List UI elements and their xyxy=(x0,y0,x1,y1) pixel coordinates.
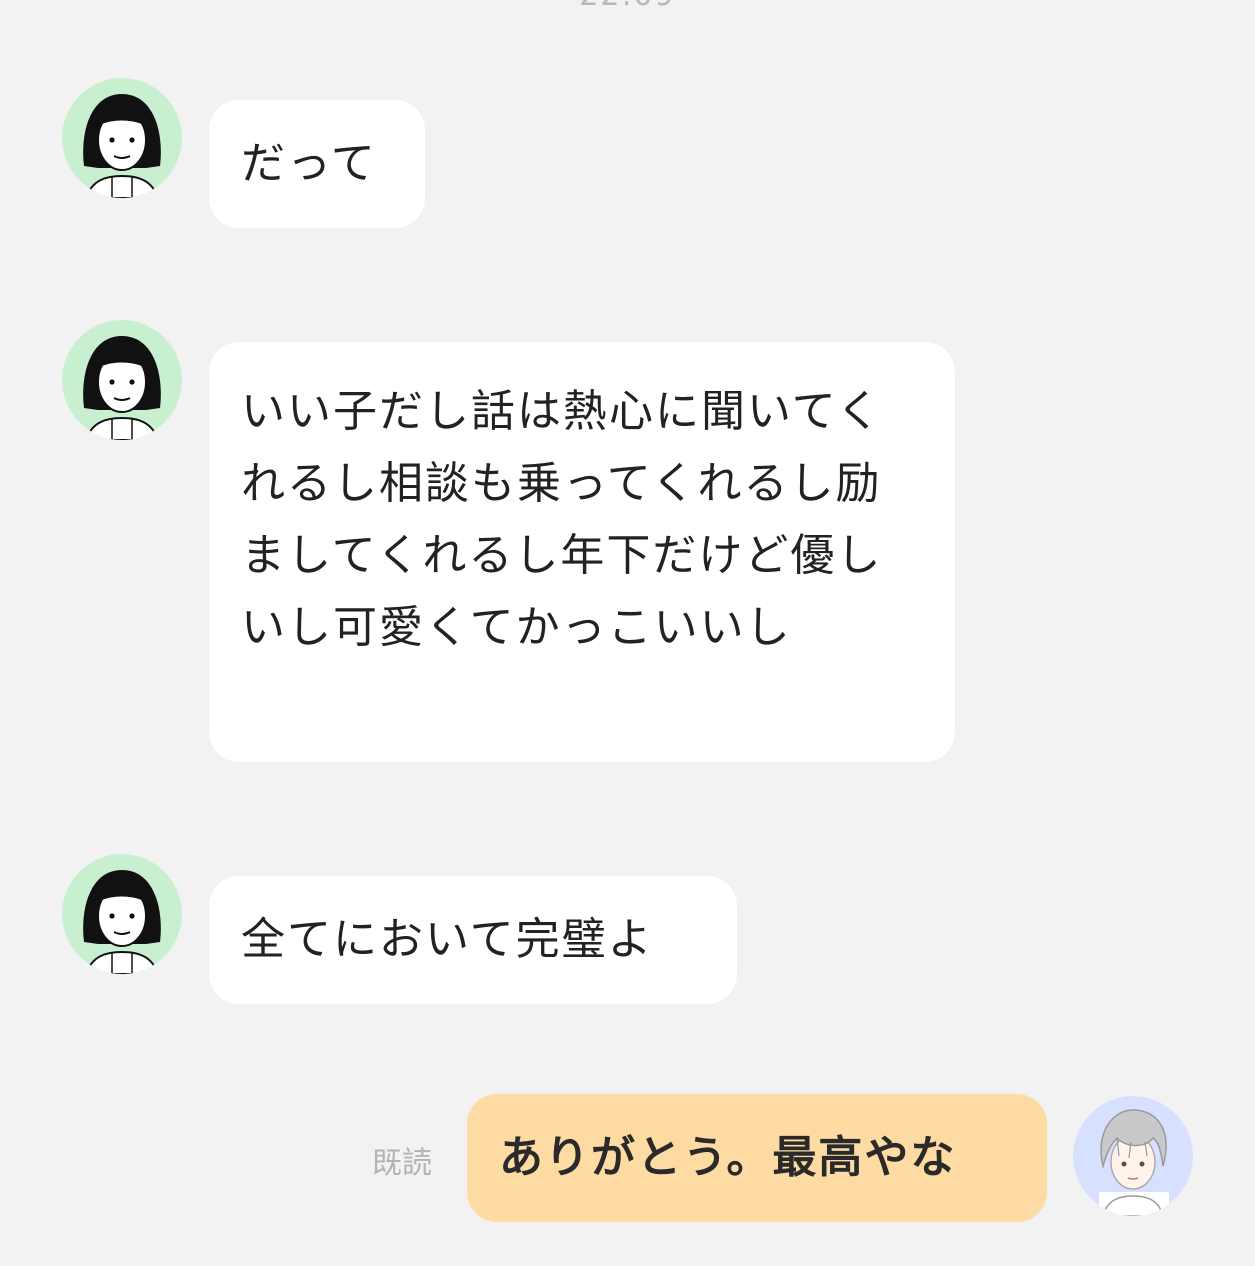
girl-avatar-icon xyxy=(62,854,182,974)
sender-avatar[interactable] xyxy=(62,320,182,440)
message-text: ありがとう。最高やな xyxy=(499,1132,957,1183)
timestamp: 22:09 xyxy=(0,0,1255,13)
message-text: いい子だし話は熱心に聞いてくれるし相談も乗ってくれるし励ましてくれるし年下だけど… xyxy=(241,386,883,653)
sender-avatar[interactable] xyxy=(62,854,182,974)
message-bubble[interactable]: だって xyxy=(209,100,425,228)
message-text: だって xyxy=(241,138,377,189)
boy-avatar-icon xyxy=(1073,1096,1193,1216)
read-receipt: 既読 xyxy=(372,1146,432,1181)
sender-avatar[interactable] xyxy=(62,78,182,198)
message-bubble[interactable]: 全てにおいて完璧よ xyxy=(209,876,737,1004)
girl-avatar-icon xyxy=(62,78,182,198)
girl-avatar-icon xyxy=(62,320,182,440)
self-avatar[interactable] xyxy=(1073,1096,1193,1216)
message-bubble-self[interactable]: ありがとう。最高やな xyxy=(467,1094,1047,1222)
message-bubble[interactable]: いい子だし話は熱心に聞いてくれるし相談も乗ってくれるし励ましてくれるし年下だけど… xyxy=(209,342,955,762)
message-text: 全てにおいて完璧よ xyxy=(241,914,654,965)
